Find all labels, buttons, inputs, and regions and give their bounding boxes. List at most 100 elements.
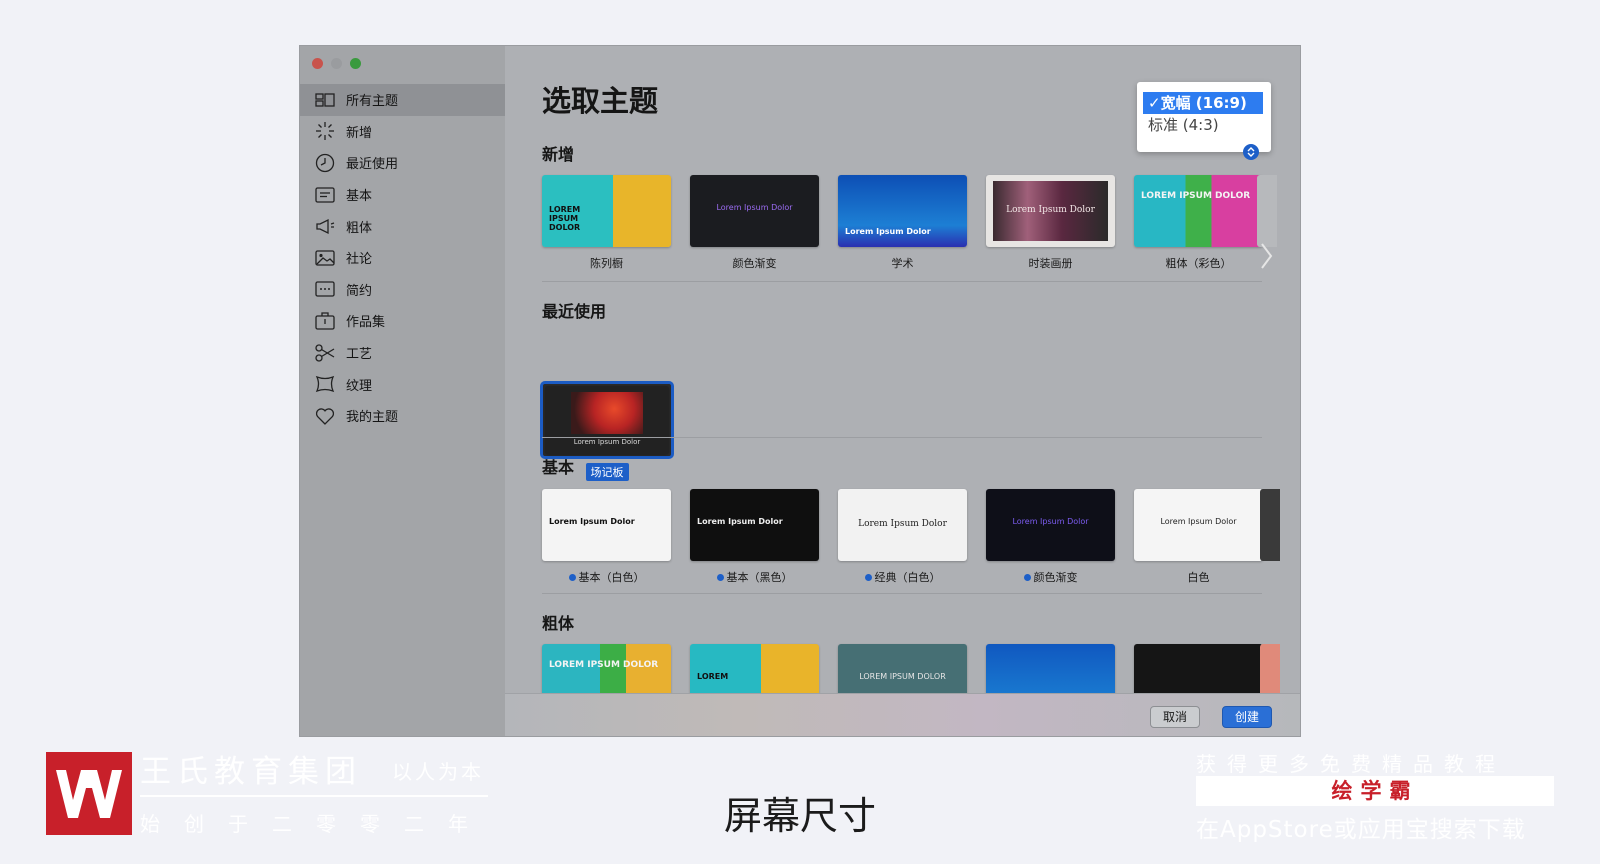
theme-label: 陈列橱 <box>590 255 623 271</box>
ellipsis-icon <box>315 281 335 298</box>
thumb-photo <box>571 392 643 434</box>
sidebar-item-label: 工艺 <box>346 347 373 363</box>
sidebar: 所有主题 新增 最近使用 基本 粗体 社论 简约 作品集 工艺 纹理 我的主题 <box>300 46 505 736</box>
theme-card[interactable]: Lorem Ipsum Dolor 颜色渐变 <box>986 489 1115 585</box>
thumb-text: Lorem Ipsum Dolor <box>1160 517 1237 526</box>
aspect-option-widescreen[interactable]: ✓宽幅 (16:9) <box>1143 92 1263 114</box>
thumb-text: Lorem Ipsum Dolor <box>845 227 931 236</box>
chevron-updown-icon <box>1247 147 1255 157</box>
theme-label-text: 基本（白色） <box>578 571 645 584</box>
scroll-right-button[interactable] <box>1257 236 1275 276</box>
theme-label-text: 基本（黑色） <box>726 571 793 584</box>
promo-line-1: 获得更多免费精品教程 <box>1196 752 1506 776</box>
promo-line-3: 在AppStore或应用宝搜索下载 <box>1196 817 1526 843</box>
status-dot <box>568 573 576 581</box>
sidebar-item-new[interactable]: 新增 <box>300 116 505 148</box>
window-controls <box>312 58 361 69</box>
clock-icon <box>315 153 335 173</box>
sidebar-item-minimal[interactable]: 简约 <box>300 274 505 306</box>
thumb-text: LOREM IPSUM DOLOR <box>859 672 946 681</box>
aspect-option-standard[interactable]: 标准 (4:3) <box>1143 114 1263 136</box>
scissors-icon <box>315 343 335 362</box>
theme-thumbnail: Lorem Ipsum Dolor <box>986 489 1115 561</box>
theme-label: 学术 <box>892 255 914 271</box>
theme-label: 颜色渐变 <box>1023 569 1078 585</box>
thumb-text: Lorem Ipsum Dolor <box>858 519 947 529</box>
sidebar-item-label: 作品集 <box>346 315 386 331</box>
theme-card[interactable]: Lorem Ipsum Dolor 学术 <box>838 175 967 271</box>
sidebar-item-texture[interactable]: 纹理 <box>300 368 505 400</box>
sidebar-item-my-themes[interactable]: 我的主题 <box>300 400 505 432</box>
sidebar-item-label: 纹理 <box>346 378 373 394</box>
all-themes-icon <box>315 93 335 107</box>
bottom-action-bar: 取消 创建 <box>505 693 1300 736</box>
page-title: 选取主题 <box>542 84 659 118</box>
theme-label-text: 颜色渐变 <box>732 257 777 270</box>
theme-thumbnail: Lorem Ipsum Dolor <box>1134 489 1263 561</box>
thumb-text: LOREM IPSUM DOLOR <box>549 660 659 670</box>
theme-thumbnail: Lorem Ipsum Dolor <box>838 175 967 247</box>
sidebar-item-craft[interactable]: 工艺 <box>300 337 505 369</box>
theme-card[interactable]: LOREM IPSUM DOLOR 粗体（彩色） <box>1134 175 1263 271</box>
theme-thumbnail: Lorem Ipsum Dolor <box>986 175 1115 247</box>
section-title-recent: 最近使用 <box>542 302 607 321</box>
sidebar-item-basic[interactable]: 基本 <box>300 179 505 211</box>
thumb-text: Lorem Ipsum Dolor <box>1012 517 1089 526</box>
cancel-button[interactable]: 取消 <box>1149 706 1200 728</box>
section-divider <box>542 281 1262 282</box>
sidebar-item-label: 我的主题 <box>346 410 399 426</box>
zoom-window-button[interactable] <box>350 58 361 69</box>
theme-card[interactable]: LOREM IPSUM DOLOR 陈列橱 <box>542 175 671 271</box>
theme-label-selected: 场记板 <box>585 463 629 481</box>
thumb-text: Lorem Ipsum Dolor <box>573 438 641 446</box>
create-button[interactable]: 创建 <box>1221 706 1272 728</box>
sidebar-item-all-themes[interactable]: 所有主题 <box>300 84 505 116</box>
close-window-button[interactable] <box>312 58 323 69</box>
theme-thumbnail: LOREM IPSUM DOLOR <box>542 175 671 247</box>
theme-label: 基本（白色） <box>568 569 645 585</box>
theme-label-text: 粗体（彩色） <box>1165 257 1232 270</box>
portfolio-icon <box>315 312 335 330</box>
section-divider <box>542 593 1262 594</box>
next-theme-peek <box>1260 489 1280 561</box>
theme-card[interactable]: Lorem Ipsum Dolor 经典（白色） <box>838 489 967 585</box>
theme-label: 基本（黑色） <box>716 569 793 585</box>
theme-thumbnail: Lorem Ipsum Dolor <box>690 489 819 561</box>
minimize-window-button[interactable] <box>331 58 342 69</box>
selection-frame: Lorem Ipsum Dolor <box>540 381 674 459</box>
theme-thumbnail: Lorem Ipsum Dolor <box>542 489 671 561</box>
section-title-bold: 粗体 <box>542 614 575 633</box>
thumb-text: Lorem Ipsum Dolor <box>697 517 783 526</box>
thumb-text: Lorem Ipsum Dolor <box>549 517 635 526</box>
thumb-text: LOREM IPSUM DOLOR <box>549 205 581 232</box>
sidebar-item-recent[interactable]: 最近使用 <box>300 147 505 179</box>
new-sparkle-icon <box>316 122 334 141</box>
theme-thumbnail: LOREM IPSUM DOLOR <box>1134 175 1263 247</box>
thumb-text: LOREM IPSUM DOLOR <box>1141 191 1251 201</box>
sidebar-item-bold[interactable]: 粗体 <box>300 210 505 242</box>
status-dot <box>716 573 724 581</box>
sidebar-item-label: 基本 <box>346 189 373 205</box>
sidebar-item-label: 简约 <box>346 283 373 299</box>
theme-row-new: LOREM IPSUM DOLOR 陈列橱 Lorem Ipsum Dolor … <box>542 175 1263 271</box>
image-icon <box>315 250 335 266</box>
popup-toggle-button[interactable] <box>1243 144 1259 160</box>
theme-card[interactable]: Lorem Ipsum Dolor 颜色渐变 <box>690 175 819 271</box>
theme-label: 经典（白色） <box>864 569 941 585</box>
aspect-ratio-popup: ✓宽幅 (16:9) 标准 (4:3) <box>1137 82 1271 160</box>
theme-card[interactable]: Lorem Ipsum Dolor 白色 <box>1134 489 1263 585</box>
sidebar-nav: 所有主题 新增 最近使用 基本 粗体 社论 简约 作品集 工艺 纹理 我的主题 <box>300 84 505 432</box>
theme-card[interactable]: Lorem Ipsum Dolor 时装画册 <box>986 175 1115 271</box>
status-dot <box>1023 573 1031 581</box>
sidebar-item-label: 最近使用 <box>346 157 399 173</box>
heart-icon <box>315 408 335 425</box>
theme-card[interactable]: Lorem Ipsum Dolor 基本（白色） <box>542 489 671 585</box>
theme-label-text: 颜色渐变 <box>1033 571 1078 584</box>
theme-thumbnail: Lorem Ipsum Dolor <box>545 386 669 454</box>
brand-tagline: 以人为本 <box>392 760 484 784</box>
theme-thumbnail: Lorem Ipsum Dolor <box>690 175 819 247</box>
theme-label-text: 时装画册 <box>1028 257 1073 270</box>
theme-card[interactable]: Lorem Ipsum Dolor 基本（黑色） <box>690 489 819 585</box>
sidebar-item-portfolio[interactable]: 作品集 <box>300 305 505 337</box>
sidebar-item-editorial[interactable]: 社论 <box>300 242 505 274</box>
